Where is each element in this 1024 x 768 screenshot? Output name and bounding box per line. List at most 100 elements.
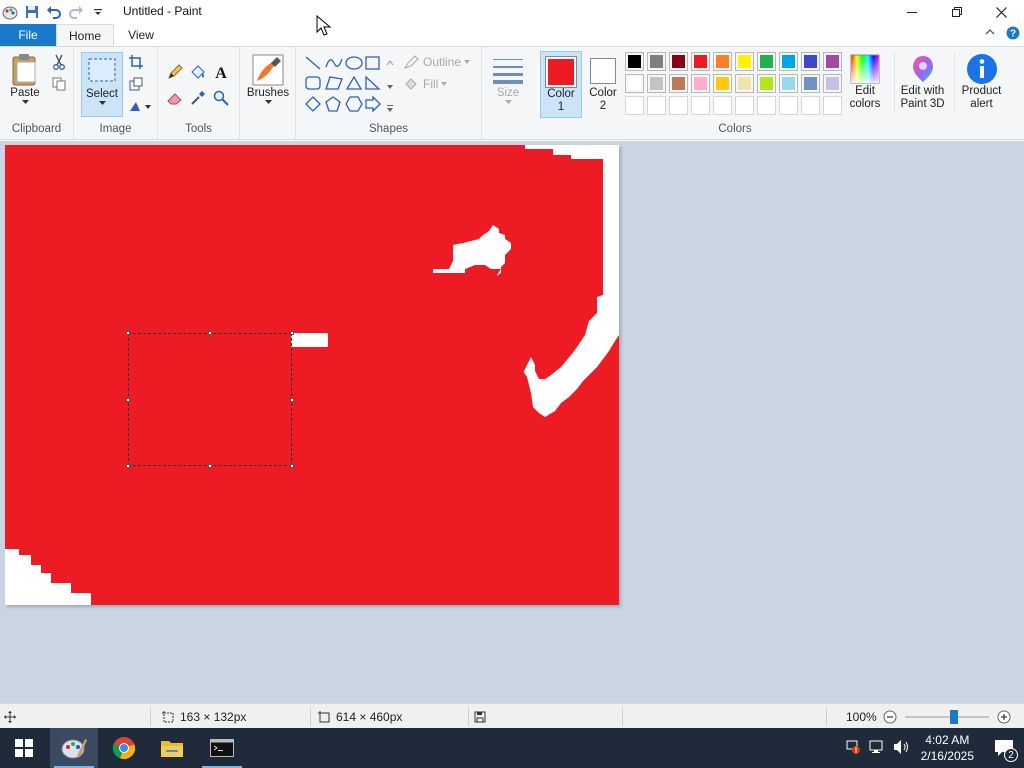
restore-button[interactable]	[934, 0, 979, 24]
zoom-out-icon[interactable]	[883, 710, 897, 724]
selection-rectangle[interactable]	[126, 331, 294, 468]
workspace[interactable]	[0, 15, 1024, 703]
title-bar: Untitled - Paint	[0, 0, 1024, 24]
palette-swatch[interactable]	[625, 96, 644, 115]
shapes-scroll-icon[interactable]	[386, 59, 394, 115]
paint-app-icon[interactable]	[0, 2, 20, 22]
size-button[interactable]: Size	[488, 53, 528, 105]
palette-swatch[interactable]	[823, 96, 842, 115]
palette-swatch[interactable]	[735, 74, 754, 93]
magnifier-icon[interactable]	[212, 89, 230, 107]
text-tool-icon[interactable]: A	[212, 63, 230, 81]
color1-button[interactable]: Color 1	[540, 51, 582, 118]
taskbar-file-explorer[interactable]	[148, 728, 196, 768]
selection-handle-top-left[interactable]	[126, 331, 130, 335]
selection-handle-right[interactable]	[290, 398, 294, 402]
palette-swatch[interactable]	[713, 74, 732, 93]
tools-group-label: Tools	[185, 123, 212, 135]
palette-swatch[interactable]	[757, 52, 776, 71]
palette-swatch-color	[694, 77, 707, 90]
selection-handle-bottom[interactable]	[208, 464, 212, 468]
taskbar-chrome[interactable]	[100, 728, 148, 768]
minimize-button[interactable]	[889, 0, 934, 24]
cut-icon[interactable]	[50, 53, 68, 71]
volume-icon[interactable]	[893, 739, 911, 758]
save-icon[interactable]	[22, 2, 42, 22]
action-center-button[interactable]: 2	[984, 728, 1024, 768]
customize-toolbar-icon[interactable]	[88, 2, 108, 22]
palette-swatch[interactable]	[691, 96, 710, 115]
eraser-icon[interactable]	[166, 89, 184, 107]
fill-bucket-icon[interactable]	[189, 63, 207, 81]
palette-swatch[interactable]	[823, 52, 842, 71]
canvas-resize-edge[interactable]	[620, 145, 623, 605]
clock-time: 4:02 AM	[925, 733, 970, 747]
network-icon[interactable]	[869, 739, 885, 758]
palette-swatch[interactable]	[647, 74, 666, 93]
taskbar-terminal[interactable]	[198, 728, 246, 768]
edit-with-paint3d-button[interactable]: Edit with Paint 3D	[894, 53, 950, 111]
tab-home[interactable]: Home	[56, 24, 114, 46]
rotate-icon[interactable]	[127, 97, 153, 115]
palette-swatch[interactable]	[779, 74, 798, 93]
palette-swatch[interactable]	[757, 74, 776, 93]
fill-button[interactable]: Fill	[404, 77, 448, 91]
selection-handle-bottom-left[interactable]	[126, 464, 130, 468]
palette-swatch[interactable]	[757, 96, 776, 115]
taskbar-clock[interactable]: 4:02 AM 2/16/2025	[921, 732, 974, 764]
undo-icon[interactable]	[44, 2, 64, 22]
zoom-slider-thumb[interactable]	[950, 709, 959, 724]
brushes-button[interactable]: Brushes	[246, 53, 290, 105]
product-alert-button[interactable]: Product alert	[954, 53, 1008, 111]
crop-icon[interactable]	[127, 53, 145, 71]
select-button[interactable]: Select	[81, 52, 123, 117]
palette-swatch[interactable]	[713, 52, 732, 71]
palette-swatch[interactable]	[801, 74, 820, 93]
zoom-slider[interactable]	[904, 709, 989, 724]
palette-swatch[interactable]	[801, 96, 820, 115]
outline-button[interactable]: Outline	[404, 55, 471, 69]
tab-file[interactable]: File	[0, 24, 56, 46]
palette-swatch-color	[804, 77, 817, 90]
palette-swatch[interactable]	[669, 74, 688, 93]
copy-icon[interactable]	[50, 75, 68, 93]
resize-icon[interactable]	[127, 75, 145, 93]
palette-swatch[interactable]	[779, 52, 798, 71]
palette-swatch[interactable]	[647, 96, 666, 115]
palette-swatch[interactable]	[625, 52, 644, 71]
color2-button[interactable]: Color 2	[584, 51, 622, 113]
selection-handle-left[interactable]	[126, 398, 130, 402]
shapes-gallery[interactable]	[304, 55, 394, 115]
tab-view[interactable]: View	[118, 24, 164, 46]
palette-swatch[interactable]	[669, 52, 688, 71]
palette-swatch[interactable]	[625, 74, 644, 93]
redo-icon[interactable]	[66, 2, 86, 22]
palette-swatch[interactable]	[735, 52, 754, 71]
taskbar-paint[interactable]	[50, 728, 98, 768]
palette-swatch[interactable]	[691, 52, 710, 71]
security-icon[interactable]	[845, 739, 861, 758]
palette-swatch[interactable]	[823, 74, 842, 93]
palette-swatch-color	[760, 77, 773, 90]
selection-handle-top-right[interactable]	[290, 331, 294, 335]
drawing-canvas[interactable]	[5, 145, 619, 605]
pencil-icon[interactable]	[166, 63, 184, 81]
zoom-in-icon[interactable]	[997, 710, 1011, 724]
palette-swatch[interactable]	[669, 96, 688, 115]
palette-swatch[interactable]	[713, 96, 732, 115]
close-button[interactable]	[979, 0, 1024, 24]
palette-swatch[interactable]	[801, 52, 820, 71]
image-size-text: 614 × 460px	[336, 709, 403, 724]
palette-swatch[interactable]	[691, 74, 710, 93]
palette-swatch[interactable]	[779, 96, 798, 115]
selection-handle-top[interactable]	[208, 331, 212, 335]
color-picker-icon[interactable]	[189, 89, 207, 107]
palette-swatch[interactable]	[647, 52, 666, 71]
help-icon[interactable]: ?	[1006, 26, 1020, 43]
start-button[interactable]	[0, 728, 48, 768]
collapse-ribbon-icon[interactable]	[984, 26, 996, 43]
edit-colors-button[interactable]: Edit colors	[842, 53, 888, 111]
selection-handle-bottom-right[interactable]	[290, 464, 294, 468]
palette-swatch[interactable]	[735, 96, 754, 115]
paste-button[interactable]: Paste	[6, 53, 44, 105]
